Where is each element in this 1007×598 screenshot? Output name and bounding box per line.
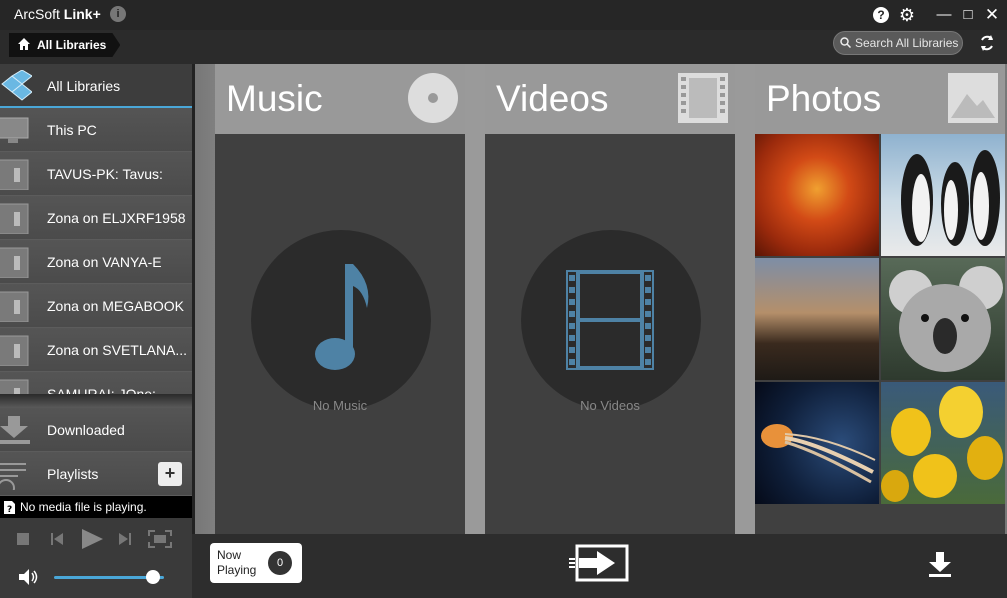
play-icon[interactable] [80,528,104,550]
music-note-icon [315,264,369,370]
music-title: Music [226,78,323,119]
bottom-bar: Now Playing 0 [195,534,1007,598]
videos-placeholder [521,230,701,410]
photo-thumbnail[interactable] [755,134,879,256]
sidebar-item-server[interactable]: Zona on ELJXRF1958 [0,196,192,240]
photo-thumbnail[interactable] [881,258,1005,380]
videos-title: Videos [496,78,609,119]
server-icon [0,203,29,234]
photo-thumbnail[interactable] [881,382,1005,504]
sidebar: All Libraries This PC TAVUS-PK: Tavus: Z… [0,64,192,598]
sidebar-item-playlists[interactable]: Playlists + [0,452,192,496]
maximize-button[interactable]: □ [958,5,978,25]
penguins-image [901,150,1000,246]
photo-thumbnail[interactable] [755,382,879,504]
photo-thumbnail[interactable] [881,134,1005,256]
cast-to-device-button[interactable] [569,544,631,582]
breadcrumb-label: All Libraries [37,38,107,52]
home-icon [18,38,30,50]
now-playing-count: 0 [268,551,292,575]
help-icon[interactable]: ? [873,7,889,23]
videos-panel[interactable]: Videos No Videos [485,64,735,534]
volume-slider-handle[interactable] [146,570,160,584]
no-music-label: No Music [312,398,368,413]
playback-status: ? No media file is playing. [0,496,192,518]
library-list: All Libraries This PC TAVUS-PK: Tavus: Z… [0,64,192,394]
photo-grid [755,134,1005,506]
search-icon [840,37,851,48]
gear-icon[interactable]: ⚙ [897,5,917,25]
image-icon [948,73,998,123]
photo-thumbnail[interactable] [755,258,879,380]
sidebar-divider [0,394,192,408]
photos-panel-header: Photos [755,64,1005,134]
title-bar: ArcSoft Link+ i ? ⚙ — □ ✕ [0,0,1007,30]
no-videos-label: No Videos [580,398,640,413]
download-icon[interactable] [927,550,953,578]
music-panel-header: Music [215,64,465,134]
sidebar-item-all-libraries[interactable]: All Libraries [0,64,192,108]
jellyfish-image [761,424,876,484]
tulips-image [881,386,1003,502]
sidebar-item-server[interactable]: TAVUS-PK: Tavus: [0,152,192,196]
koala-image [889,266,1003,372]
disc-icon [408,73,458,123]
breadcrumb[interactable]: All Libraries [9,33,120,57]
photos-panel[interactable]: Photos [755,64,1005,534]
music-panel[interactable]: Music No Music [215,64,465,534]
stop-icon[interactable] [16,532,30,546]
now-playing-button[interactable]: Now Playing 0 [210,543,302,583]
add-playlist-button[interactable]: + [158,462,182,486]
server-icon [0,247,29,278]
search-placeholder: Search All Libraries [855,36,959,50]
fullscreen-icon[interactable] [148,530,172,548]
volume-icon[interactable] [18,568,40,586]
film-icon [678,73,728,123]
info-icon[interactable]: i [110,6,126,22]
monitor-icon [0,117,29,143]
photos-title: Photos [766,78,882,119]
sidebar-item-downloaded[interactable]: Downloaded [0,408,192,452]
server-icon [0,159,29,190]
sidebar-item-server[interactable]: Zona on SVETLANA... [0,328,192,372]
film-strip-icon [566,270,654,370]
next-icon[interactable] [118,532,132,546]
videos-panel-header: Videos [485,64,735,134]
library-content: Music No Music Videos No Videos Photos [195,64,1007,598]
sidebar-item-server[interactable]: SAMURAI: JOne: [0,372,192,394]
svg-text:?: ? [7,505,12,514]
boxes-icon [1,70,32,101]
previous-icon[interactable] [50,532,64,546]
music-placeholder [251,230,431,410]
breadcrumb-bar: All Libraries Search All Libraries [0,30,1007,64]
download-icon [0,416,30,444]
file-question-icon: ? [4,501,15,514]
app-title: ArcSoft Link+ [14,6,101,22]
server-icon [0,291,29,322]
search-input[interactable]: Search All Libraries [833,31,963,55]
sidebar-item-server[interactable]: Zona on MEGABOOK [0,284,192,328]
minimize-button[interactable]: — [934,5,954,25]
sidebar-item-server[interactable]: Zona on VANYA-E [0,240,192,284]
server-icon [0,379,29,394]
server-icon [0,335,29,366]
player-controls [0,518,192,598]
close-button[interactable]: ✕ [982,5,1002,25]
sidebar-item-this-pc[interactable]: This PC [0,108,192,152]
refresh-icon[interactable] [978,34,996,52]
playlist-icon [0,463,26,490]
